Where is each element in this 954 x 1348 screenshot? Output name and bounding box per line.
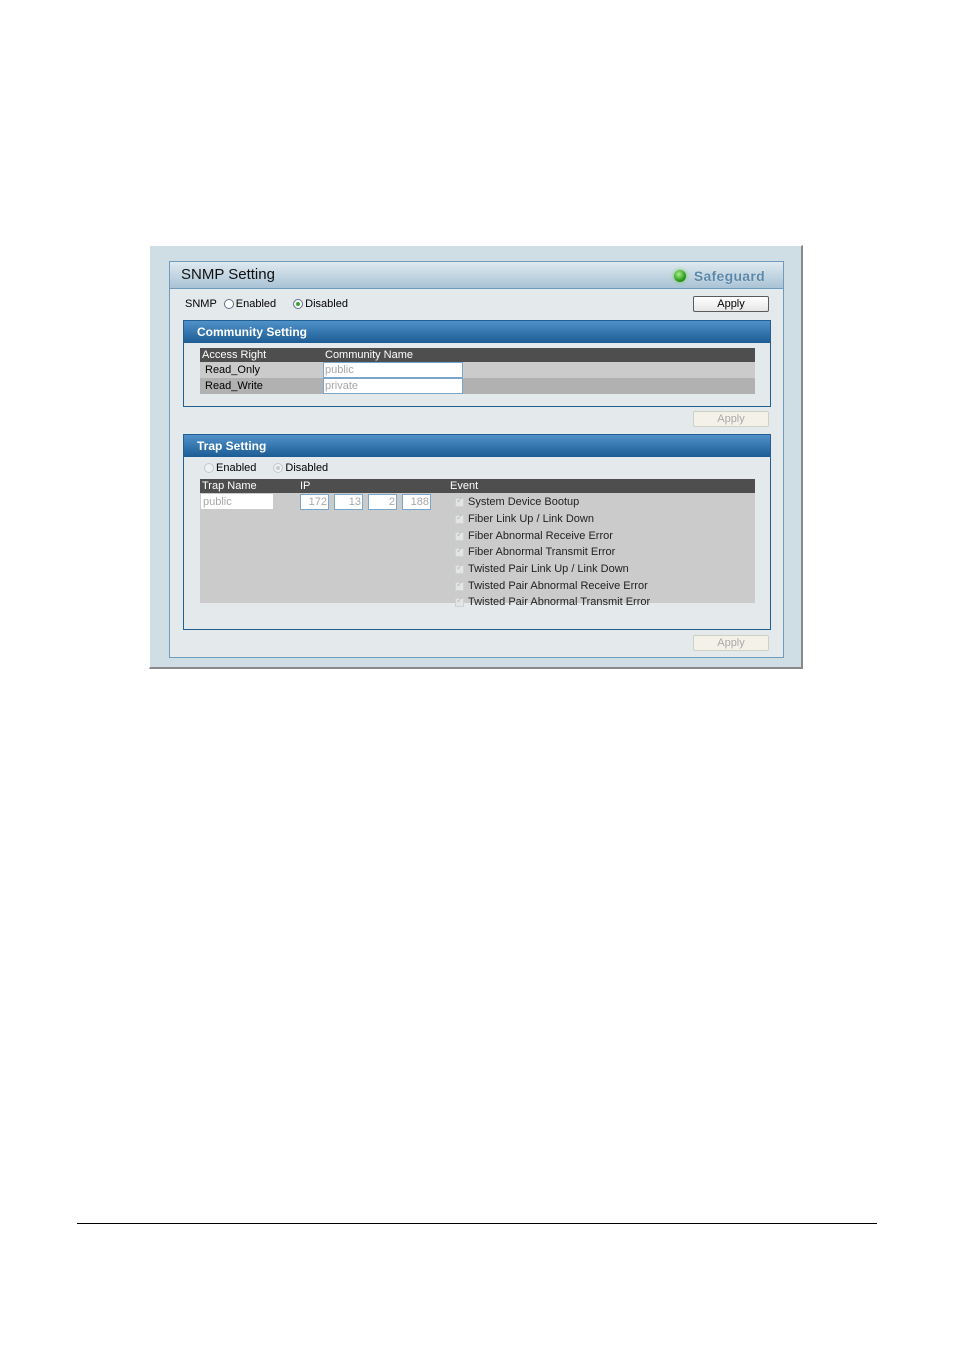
safeguard-status: Safeguard — [673, 268, 765, 284]
panel-title-bar: SNMP Setting Safeguard — [170, 262, 783, 289]
access-right-cell: Read_Write — [205, 380, 263, 392]
column-ip: IP — [300, 480, 311, 492]
page-footer-rule — [77, 1223, 877, 1224]
community-table: Access Right Community Name Read_Only pu… — [200, 348, 755, 394]
snmp-apply-button[interactable]: Apply — [693, 296, 769, 312]
ip-octet-4-input[interactable]: 188 — [402, 494, 431, 510]
community-setting-header: Community Setting — [184, 321, 770, 343]
trap-name-input[interactable]: public — [201, 494, 273, 509]
community-table-header: Access Right Community Name — [200, 348, 755, 362]
page-title: SNMP Setting — [181, 266, 275, 283]
event-label: Twisted Pair Link Up / Link Down — [468, 563, 629, 575]
trap-setting-header: Trap Setting — [184, 435, 770, 457]
event-label: Fiber Link Up / Link Down — [468, 513, 594, 525]
event-label: Fiber Abnormal Receive Error — [468, 530, 613, 542]
column-community-name: Community Name — [325, 349, 414, 361]
snmp-label: SNMP — [185, 298, 217, 310]
trap-enabled-label: Enabled — [216, 462, 257, 474]
event-label: Fiber Abnormal Transmit Error — [468, 546, 616, 558]
access-right-cell: Read_Only — [205, 364, 261, 376]
trap-state-row: Enabled Disabled — [204, 462, 328, 474]
snmp-enabled-label: Enabled — [235, 298, 277, 310]
trap-disabled-label: Disabled — [285, 462, 329, 474]
event-checkbox[interactable] — [455, 579, 464, 591]
table-row: Read_Write private — [200, 378, 755, 394]
ip-octet-3-input[interactable]: 2 — [368, 494, 397, 510]
snmp-setting-panel: SNMP Setting Safeguard SNMP Enabled Disa… — [169, 261, 784, 658]
safeguard-label: Safeguard — [693, 268, 765, 284]
ip-octet-1-input[interactable]: 172 — [300, 494, 329, 510]
snmp-enabled-radio[interactable] — [223, 299, 234, 309]
event-checkbox[interactable] — [455, 512, 464, 524]
event-checkbox[interactable] — [455, 495, 464, 507]
trap-apply-button[interactable]: Apply — [693, 635, 769, 651]
community-name-input-read-write[interactable]: private — [323, 378, 463, 394]
event-label: Twisted Pair Abnormal Receive Error — [468, 580, 648, 592]
community-apply-button[interactable]: Apply — [693, 411, 769, 427]
trap-setting-section: Trap Setting Enabled Disabled Trap Name … — [183, 434, 771, 630]
event-checkbox[interactable] — [455, 545, 464, 557]
trap-table-header: Trap Name IP Event — [200, 479, 755, 493]
snmp-setting-frame: SNMP Setting Safeguard SNMP Enabled Disa… — [149, 245, 803, 669]
safeguard-led-icon — [673, 270, 686, 282]
event-checkbox[interactable] — [455, 529, 464, 541]
community-setting-section: Community Setting Access Right Community… — [183, 320, 771, 407]
event-label: Twisted Pair Abnormal Transmit Error — [468, 596, 651, 608]
trap-enabled-radio[interactable] — [204, 463, 214, 473]
event-checkbox[interactable] — [455, 595, 464, 607]
table-row: Read_Only public — [200, 362, 755, 378]
ip-octet-2-input[interactable]: 13 — [334, 494, 363, 510]
column-trap-name: Trap Name — [202, 480, 257, 492]
column-access-right: Access Right — [202, 349, 267, 361]
snmp-disabled-radio[interactable] — [293, 299, 304, 309]
community-name-input-read-only[interactable]: public — [323, 362, 463, 378]
event-label: System Device Bootup — [468, 496, 580, 508]
snmp-state-row: SNMP Enabled Disabled — [185, 298, 348, 310]
snmp-disabled-label: Disabled — [305, 298, 348, 310]
event-checkbox[interactable] — [455, 562, 464, 574]
trap-table: Trap Name IP Event public 172 13 2 188 S… — [200, 479, 755, 608]
column-event: Event — [450, 480, 479, 492]
trap-disabled-radio[interactable] — [273, 463, 284, 473]
